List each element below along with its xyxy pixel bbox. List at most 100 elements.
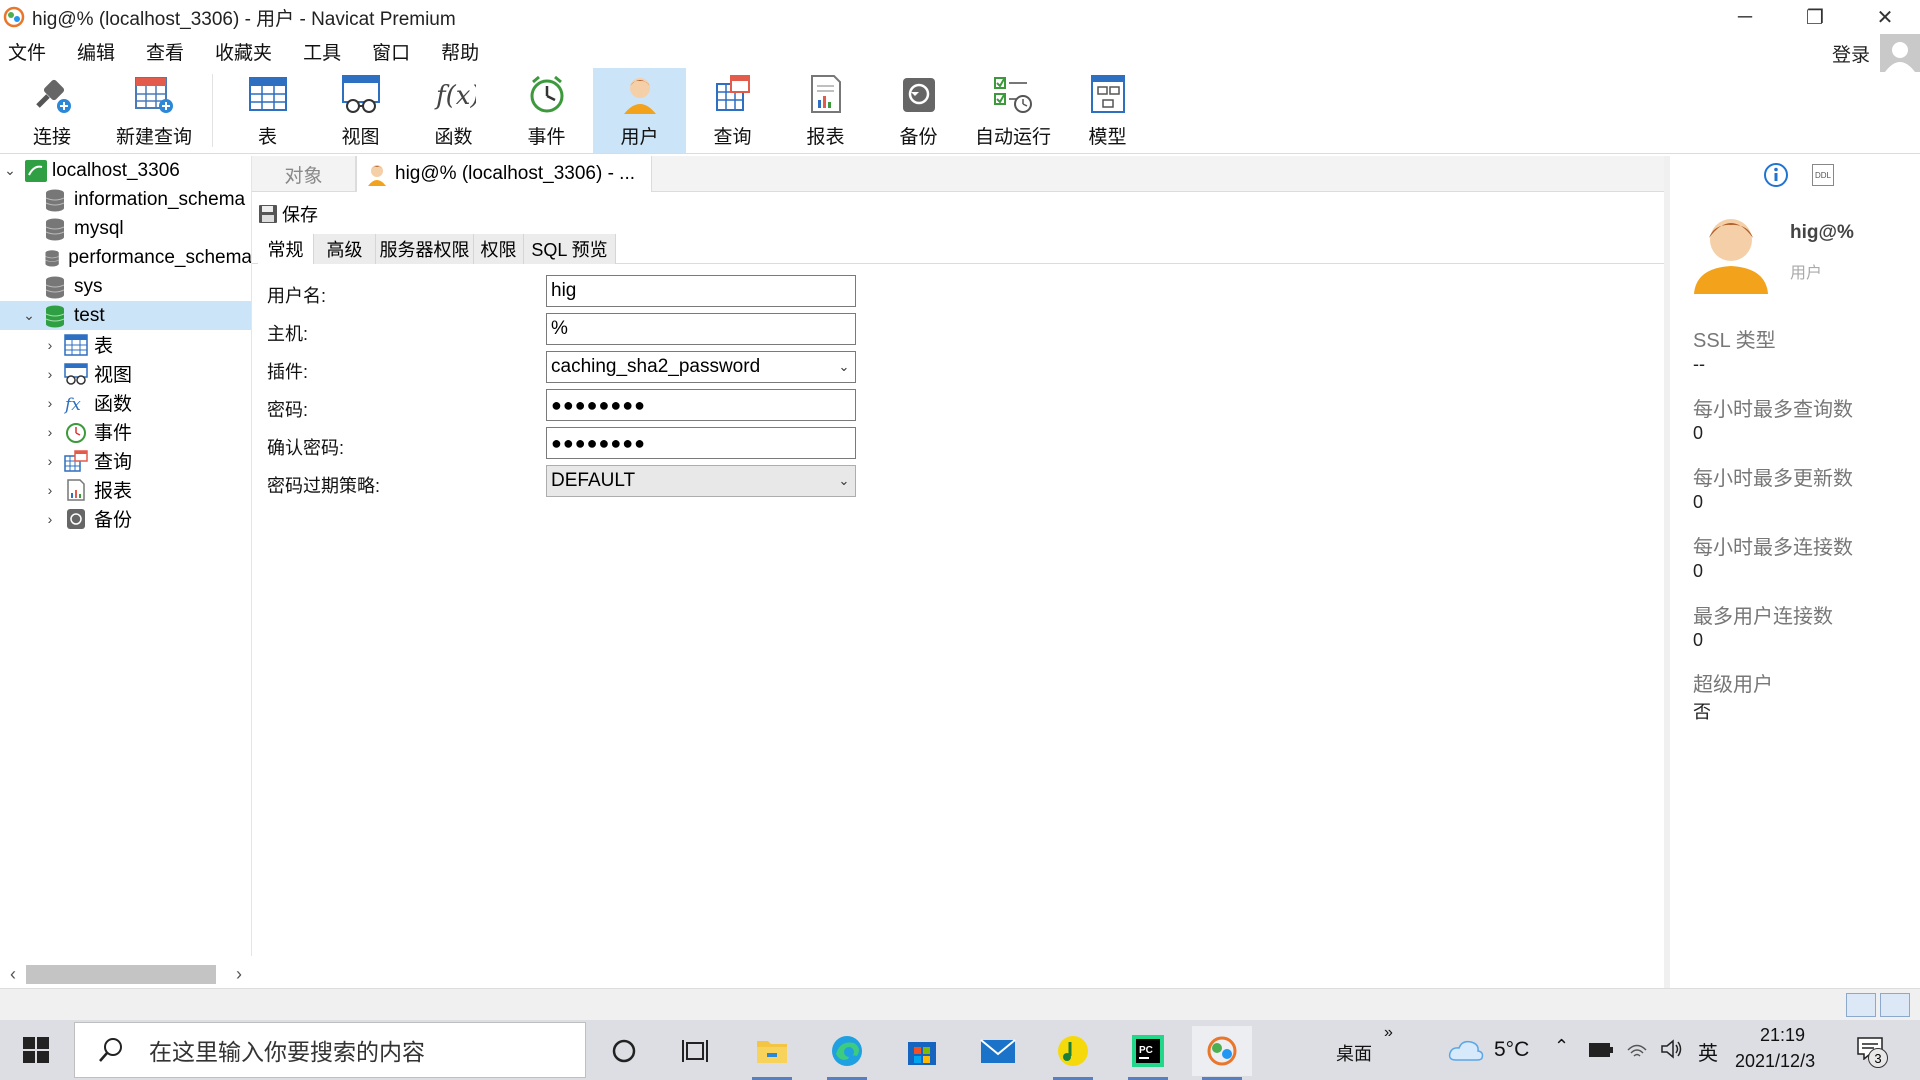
edge-icon bbox=[832, 1036, 862, 1066]
toolbar-event-button[interactable]: 事件 bbox=[500, 68, 593, 153]
tree-db-information-schema[interactable]: information_schema bbox=[0, 185, 251, 214]
task-view-button[interactable] bbox=[666, 1026, 726, 1076]
host-field[interactable]: % bbox=[546, 313, 856, 345]
toggle-right-pane-icon[interactable] bbox=[1880, 993, 1910, 1017]
tree-db-performance-schema[interactable]: performance_schema bbox=[0, 243, 251, 272]
confirm-password-field[interactable]: ●●●●●●●● bbox=[546, 427, 856, 459]
menu-view[interactable]: 查看 bbox=[138, 38, 194, 65]
chevron-down-icon[interactable]: ⌄ bbox=[21, 307, 37, 324]
menu-edit[interactable]: 编辑 bbox=[69, 38, 125, 65]
minimize-button[interactable]: ─ bbox=[1710, 0, 1780, 34]
chevron-down-icon[interactable]: ⌄ bbox=[2, 162, 18, 179]
toggle-left-pane-icon[interactable] bbox=[1846, 993, 1876, 1017]
chevron-right-icon[interactable]: › bbox=[42, 482, 58, 498]
volume-icon[interactable] bbox=[1660, 1038, 1684, 1060]
chevron-right-icon[interactable]: › bbox=[42, 337, 58, 353]
music-app-button[interactable] bbox=[1043, 1026, 1103, 1080]
tree-db-mysql[interactable]: mysql bbox=[0, 214, 251, 243]
ime-indicator[interactable]: 英 bbox=[1698, 1037, 1718, 1066]
tree-node-reports[interactable]: › 报表 bbox=[0, 475, 251, 504]
toolbar-connect-label: 连接 bbox=[32, 127, 71, 148]
menu-help[interactable]: 帮助 bbox=[433, 38, 489, 65]
pycharm-button[interactable]: PC bbox=[1118, 1026, 1178, 1080]
ms-store-button[interactable] bbox=[892, 1026, 952, 1076]
svg-text:fx: fx bbox=[64, 395, 81, 414]
info-icon[interactable] bbox=[1763, 162, 1789, 188]
tree-node-views[interactable]: › 视图 bbox=[0, 359, 251, 388]
toolbar-overflow-icon[interactable]: » bbox=[1384, 1024, 1393, 1042]
scroll-right-icon[interactable]: › bbox=[226, 964, 252, 985]
restore-button[interactable]: ❐ bbox=[1780, 0, 1850, 34]
scrollbar-thumb[interactable] bbox=[26, 965, 216, 984]
save-button[interactable]: 保存 bbox=[258, 199, 318, 229]
tree-node-functions[interactable]: › fx 函数 bbox=[0, 388, 251, 417]
start-button[interactable] bbox=[0, 1020, 72, 1080]
weather-cloud-icon[interactable] bbox=[1448, 1038, 1484, 1062]
battery-icon[interactable] bbox=[1588, 1042, 1614, 1058]
tab-advanced[interactable]: 高级 bbox=[314, 234, 376, 264]
toolbar-automation-button[interactable]: 自动运行 bbox=[965, 68, 1061, 153]
tab-server-privileges[interactable]: 服务器权限 bbox=[376, 234, 474, 264]
tree-connection[interactable]: ⌄ localhost_3306 bbox=[0, 156, 251, 185]
toolbar-function-button[interactable]: f(x) 函数 bbox=[407, 68, 500, 153]
toolbar-table-button[interactable]: 表 bbox=[221, 68, 314, 153]
tree-db-test[interactable]: ⌄ test bbox=[0, 301, 251, 330]
toolbar-model-button[interactable]: 模型 bbox=[1061, 68, 1154, 153]
plugin-select[interactable]: caching_sha2_password ⌄ bbox=[546, 351, 856, 383]
username-field[interactable]: hig bbox=[546, 275, 856, 307]
chevron-right-icon[interactable]: › bbox=[42, 395, 58, 411]
database-icon bbox=[45, 189, 65, 211]
scrollbar-track[interactable] bbox=[26, 962, 226, 986]
toolbar-new-query-button[interactable]: 新建查询 bbox=[104, 68, 204, 153]
tab-privileges[interactable]: 权限 bbox=[474, 234, 524, 264]
tree-db-sys[interactable]: sys bbox=[0, 272, 251, 301]
chevron-right-icon[interactable]: › bbox=[42, 453, 58, 469]
mail-button[interactable] bbox=[968, 1026, 1028, 1076]
tree-node-queries[interactable]: › 查询 bbox=[0, 446, 251, 475]
chevron-right-icon[interactable]: › bbox=[42, 424, 58, 440]
toolbar-query-button[interactable]: 查询 bbox=[686, 68, 779, 153]
clock-date[interactable]: 2021/12/3 bbox=[1735, 1051, 1815, 1072]
chevron-right-icon[interactable]: › bbox=[42, 511, 58, 527]
login-link[interactable]: 登录 bbox=[1832, 40, 1870, 67]
tab-user-editor[interactable]: hig@% (localhost_3306) - ... bbox=[356, 156, 652, 192]
edge-browser-button[interactable] bbox=[817, 1026, 877, 1080]
menu-window[interactable]: 窗口 bbox=[364, 38, 420, 65]
menu-file[interactable]: 文件 bbox=[0, 38, 56, 65]
account-avatar[interactable] bbox=[1880, 34, 1920, 72]
menu-tools[interactable]: 工具 bbox=[295, 38, 351, 65]
toolbar-view-button[interactable]: 视图 bbox=[314, 68, 407, 153]
navicat-logo-icon bbox=[3, 6, 25, 28]
file-explorer-button[interactable] bbox=[742, 1026, 802, 1080]
taskbar-search-box[interactable]: 在这里输入你要搜索的内容 bbox=[74, 1022, 586, 1078]
tree-node-tables[interactable]: › 表 bbox=[0, 330, 251, 359]
clock-time[interactable]: 21:19 bbox=[1760, 1025, 1805, 1046]
toolbar-backup-button[interactable]: 备份 bbox=[872, 68, 965, 153]
desktop-toolbar-label[interactable]: 桌面 bbox=[1336, 1040, 1372, 1066]
chevron-up-icon[interactable]: ⌃ bbox=[1554, 1036, 1569, 1057]
weather-temperature[interactable]: 5°C bbox=[1494, 1038, 1529, 1062]
tab-general[interactable]: 常规 bbox=[258, 234, 314, 264]
password-field[interactable]: ●●●●●●●● bbox=[546, 389, 856, 421]
chevron-right-icon[interactable]: › bbox=[42, 366, 58, 382]
toolbar-connect-button[interactable]: 连接 bbox=[0, 68, 104, 153]
navicat-taskbar-button[interactable] bbox=[1192, 1026, 1252, 1080]
database-icon bbox=[45, 276, 65, 298]
toolbar-new-query-label: 新建查询 bbox=[115, 127, 192, 148]
menu-favorites[interactable]: 收藏夹 bbox=[207, 38, 282, 65]
tab-sql-preview[interactable]: SQL 预览 bbox=[524, 234, 616, 264]
notification-center-button[interactable]: 3 bbox=[1856, 1036, 1888, 1068]
ddl-icon[interactable]: DDL bbox=[1812, 164, 1834, 186]
tree-node-backups[interactable]: › 备份 bbox=[0, 504, 251, 533]
tab-objects[interactable]: 对象 bbox=[252, 156, 356, 192]
toolbar-report-button[interactable]: 报表 bbox=[779, 68, 872, 153]
scroll-left-icon[interactable]: ‹ bbox=[0, 964, 26, 985]
password-expire-select[interactable]: DEFAULT ⌄ bbox=[546, 465, 856, 497]
close-button[interactable]: ✕ bbox=[1850, 0, 1920, 34]
cortana-button[interactable] bbox=[594, 1026, 654, 1076]
tree-node-events[interactable]: › 事件 bbox=[0, 417, 251, 446]
network-icon[interactable] bbox=[1626, 1038, 1648, 1060]
toolbar-user-button[interactable]: 用户 bbox=[593, 68, 686, 153]
toolbar-function-label: 函数 bbox=[434, 127, 473, 148]
tree-horizontal-scrollbar[interactable]: ‹ › bbox=[0, 959, 252, 989]
